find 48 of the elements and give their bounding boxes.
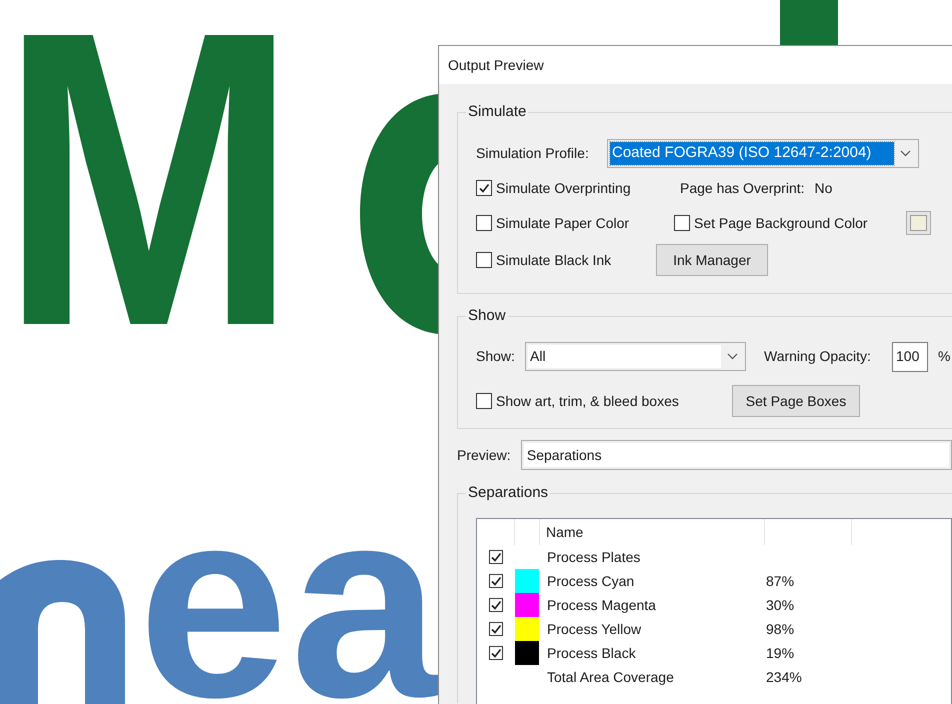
checkbox[interactable] xyxy=(489,550,503,564)
coverage-value: 98% xyxy=(766,620,794,638)
field-label: Warning Opacity: xyxy=(764,347,872,366)
preview-dropdown[interactable]: Separations xyxy=(520,440,952,470)
coverage-value: 234% xyxy=(766,668,802,686)
separation-name: Process Magenta xyxy=(547,596,656,615)
field-label: Show: xyxy=(476,347,516,366)
coverage-value: 19% xyxy=(766,644,794,662)
dropdown-caret-icon xyxy=(726,353,738,360)
checkbox[interactable] xyxy=(489,574,503,588)
checkbox[interactable] xyxy=(476,252,492,268)
checkbox[interactable] xyxy=(489,622,503,636)
color-swatch-button[interactable] xyxy=(906,211,931,235)
document-text: ea xyxy=(138,509,442,699)
checkbox[interactable] xyxy=(489,598,503,612)
show-dropdown[interactable]: All xyxy=(525,342,746,371)
checkbox-label: Simulate Overprinting xyxy=(496,178,632,198)
field-label: Simulation Profile: xyxy=(476,144,590,162)
status-label: Page has Overprint: xyxy=(680,178,805,198)
separation-name: Process Yellow xyxy=(547,620,642,638)
field-label: Preview: xyxy=(457,446,512,464)
checkbox[interactable] xyxy=(489,646,503,660)
set-page-boxes-button[interactable]: Set Page Boxes xyxy=(732,385,860,417)
opacity-input[interactable]: 100 xyxy=(892,342,928,372)
coverage-value: 87% xyxy=(766,572,794,590)
group-title: Separations xyxy=(466,484,550,502)
checkbox[interactable] xyxy=(476,215,492,231)
unit-label: % xyxy=(938,347,950,366)
profile-dropdown[interactable]: Coated FOGRA39 (ISO 12647-2:2004) xyxy=(607,138,919,168)
separation-name: Total Area Coverage xyxy=(547,668,674,687)
checkbox-label: Set Page Background Color xyxy=(694,214,868,233)
document-heading-text: M xyxy=(0,15,298,345)
checkbox[interactable] xyxy=(476,180,492,196)
window-title: Output Preview xyxy=(448,56,544,75)
dropdown-caret-icon xyxy=(900,150,910,156)
separation-name: Process Cyan xyxy=(547,572,634,591)
ink-manager-button[interactable]: Ink Manager xyxy=(656,244,768,276)
checkbox-label: Show art, trim, & bleed boxes xyxy=(496,392,680,410)
checkbox[interactable] xyxy=(674,215,690,231)
status-value: No xyxy=(814,178,832,198)
separation-name: Process Plates xyxy=(547,548,640,566)
checkbox-label: Simulate Black Ink xyxy=(496,250,612,270)
column-header[interactable]: Name xyxy=(540,519,765,545)
letter-stem-drawing xyxy=(780,0,838,45)
separation-name: Process Black xyxy=(547,644,636,662)
checkbox[interactable] xyxy=(476,393,492,409)
coverage-value: 30% xyxy=(766,596,794,614)
checkbox-label: Simulate Paper Color xyxy=(496,214,630,233)
